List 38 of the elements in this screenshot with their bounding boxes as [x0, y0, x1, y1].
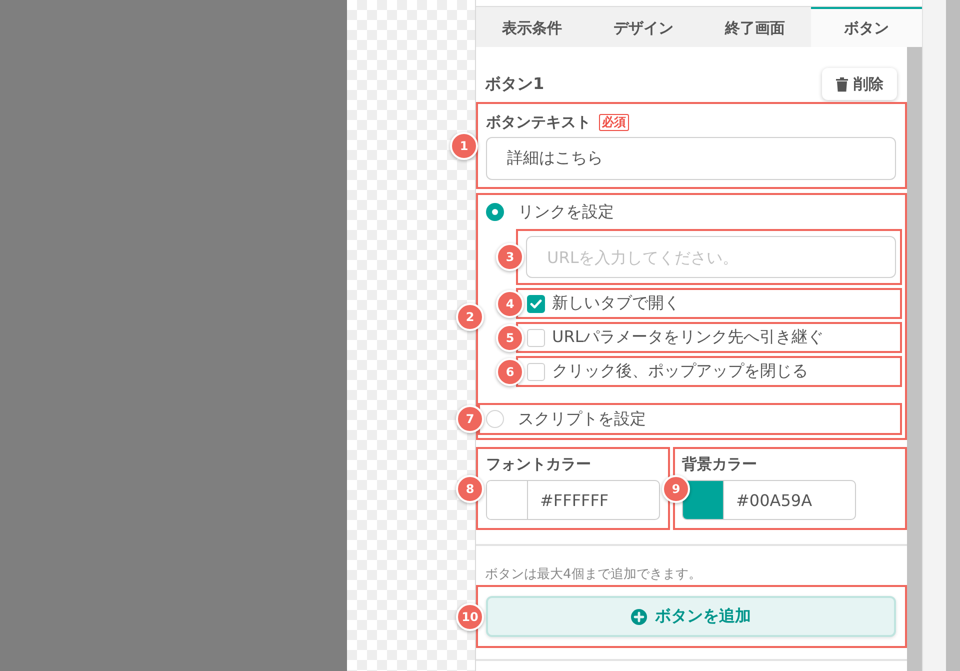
radio-button[interactable] [486, 410, 504, 428]
marker-badge: 5 [496, 324, 524, 352]
marker-badge: 6 [496, 358, 524, 386]
delete-button[interactable]: 削除 [822, 68, 897, 100]
checkbox[interactable] [527, 294, 545, 312]
trash-icon [836, 76, 848, 92]
tab[interactable]: 表示条件 [476, 7, 588, 47]
checkbox[interactable] [527, 362, 545, 380]
marker-badge: 9 [662, 474, 690, 502]
radio-button[interactable] [486, 203, 504, 221]
checkbox-label: URLパラメータをリンク先へ引き継ぐ [552, 327, 824, 348]
radio-label: リンクを設定 [518, 202, 614, 222]
check-icon [530, 298, 542, 308]
color-field[interactable]: #FFFFFF [486, 480, 660, 520]
color-swatch-icon[interactable] [683, 481, 724, 519]
limit-note: ボタンは最大4個まで追加できます。 [485, 566, 702, 584]
color-swatch-icon[interactable] [487, 481, 528, 519]
marker-badge: 3 [496, 243, 524, 271]
tab[interactable]: 終了画面 [699, 7, 810, 47]
required-badge: 必須 [599, 114, 629, 130]
tab[interactable]: デザイン [588, 7, 699, 47]
field-label: 背景カラー [682, 454, 757, 474]
tab[interactable]: ボタン [810, 7, 922, 47]
field-label: ボタンテキスト [486, 112, 591, 132]
outer-scrollbar[interactable] [946, 0, 960, 671]
text-input[interactable]: 詳細はこちら [486, 137, 896, 180]
plus-circle-icon [631, 608, 647, 624]
scrollbar[interactable] [907, 47, 922, 671]
field-label: フォントカラー [486, 454, 591, 474]
section-title: ボタン1 [485, 74, 544, 94]
checkbox-label: クリック後、ポップアップを閉じる [552, 361, 808, 382]
color-field[interactable]: #00A59A [682, 480, 856, 520]
url-input[interactable]: URLを入力してください。 [526, 236, 896, 278]
checkbox[interactable] [527, 328, 545, 346]
marker-badge: 7 [456, 405, 484, 433]
checkbox-label: 新しいタブで開く [552, 293, 680, 314]
marker-badge: 4 [496, 290, 524, 318]
radio-label: スクリプトを設定 [518, 408, 646, 430]
